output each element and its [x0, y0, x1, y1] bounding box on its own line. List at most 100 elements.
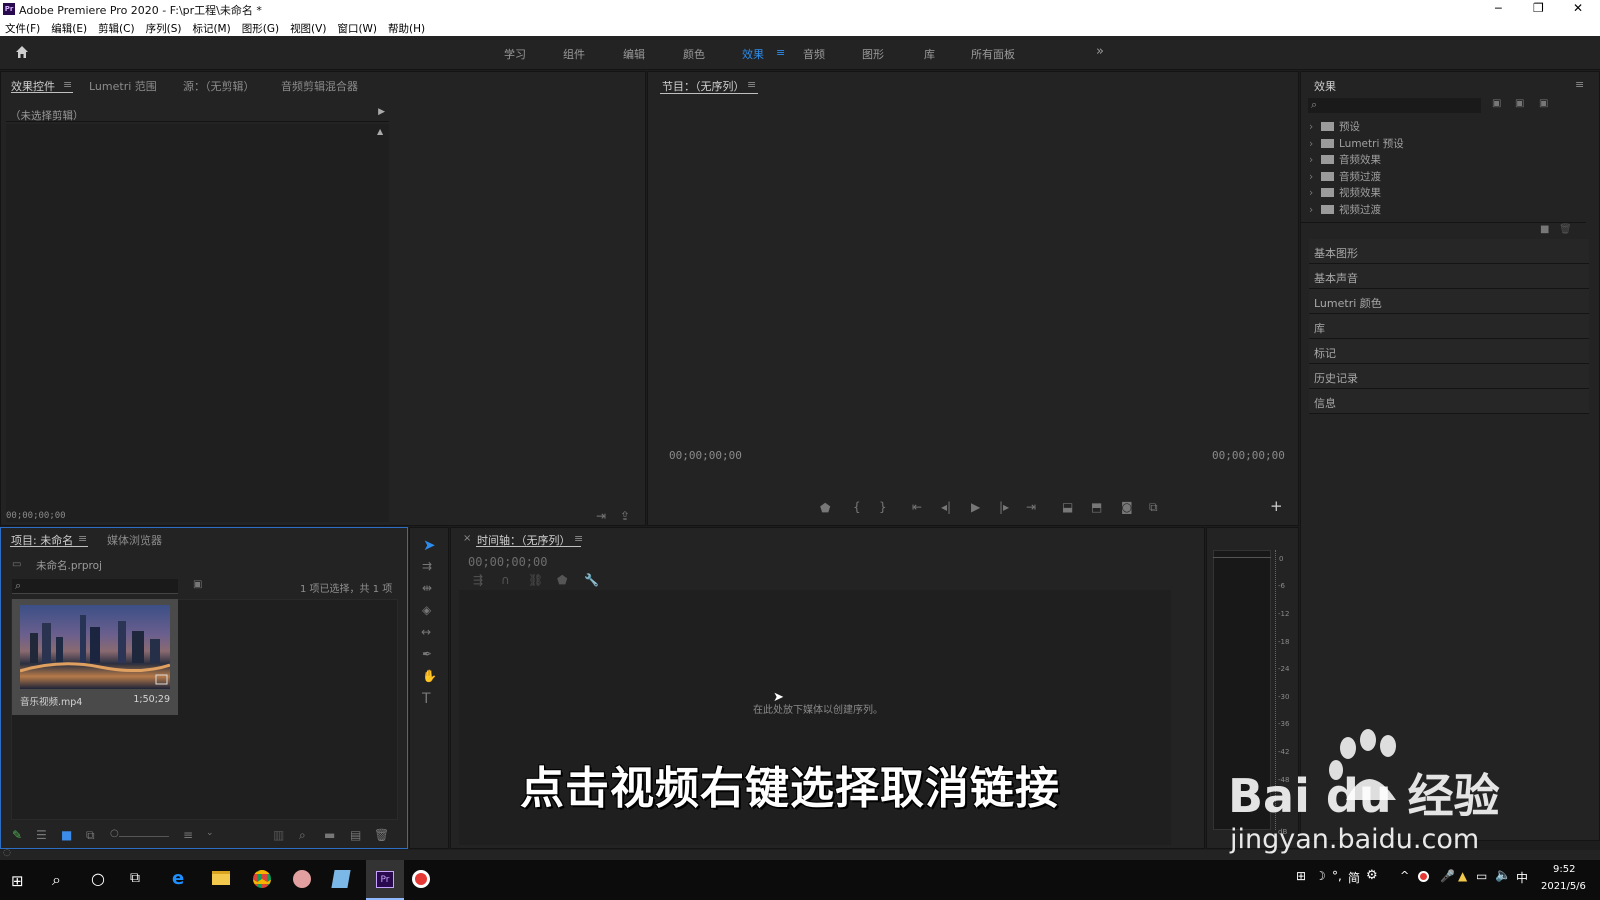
sort-dropdown-icon[interactable]: ⌄: [206, 829, 214, 838]
scroll-up-icon[interactable]: ▲: [377, 127, 383, 136]
workspace-effects[interactable]: 效果: [742, 46, 764, 62]
restore-button[interactable]: ❐: [1533, 1, 1544, 15]
tree-item-audio-effects[interactable]: › 音频效果: [1309, 152, 1381, 167]
workspace-editing[interactable]: 编辑: [623, 46, 645, 62]
taskbar-search-icon[interactable]: ⌕: [52, 870, 61, 890]
menu-graphics[interactable]: 图形(G): [242, 23, 279, 35]
workspace-libraries[interactable]: 库: [924, 46, 935, 62]
pen-tool-icon[interactable]: ✒: [422, 648, 432, 660]
accelerated-effects-icon[interactable]: ▣: [1492, 99, 1501, 109]
tray-moon-icon[interactable]: ☽: [1315, 869, 1326, 883]
go-to-out-icon[interactable]: ⇥: [1026, 501, 1036, 513]
home-icon[interactable]: [14, 44, 30, 60]
cortana-icon[interactable]: ○: [91, 869, 105, 888]
add-marker-icon[interactable]: ⬟: [820, 502, 830, 514]
file-explorer-icon[interactable]: [212, 871, 230, 885]
slip-tool-icon[interactable]: ↔: [421, 626, 431, 638]
tab-source[interactable]: 源：（无剪辑）: [183, 78, 255, 94]
32bit-effects-icon[interactable]: ▣: [1515, 99, 1524, 109]
edge-browser-icon[interactable]: e: [172, 868, 184, 889]
tray-mic-icon[interactable]: 🎤: [1440, 869, 1455, 883]
export-icon[interactable]: ⇪: [620, 510, 630, 522]
tree-item-presets[interactable]: › 预设: [1309, 119, 1360, 134]
panel-libraries[interactable]: 库: [1309, 314, 1589, 339]
type-tool-icon[interactable]: T: [422, 692, 431, 706]
snap-icon[interactable]: ∩: [501, 574, 510, 586]
tray-ime-indicator[interactable]: 中: [1516, 869, 1528, 886]
workspace-audio[interactable]: 音频: [803, 46, 825, 62]
panel-markers[interactable]: 标记: [1309, 339, 1589, 364]
ripple-edit-tool-icon[interactable]: ⇹: [422, 582, 432, 594]
task-view-icon[interactable]: ⧉: [130, 870, 140, 886]
tab-effect-controls-menu-icon[interactable]: ≡: [63, 78, 72, 91]
mark-in-icon[interactable]: {: [853, 501, 861, 513]
list-view-icon[interactable]: ☰: [36, 829, 47, 841]
tree-item-audio-transitions[interactable]: › 音频过渡: [1309, 169, 1381, 184]
recorder-icon[interactable]: [412, 870, 430, 888]
close-window-button[interactable]: ✕: [1573, 1, 1583, 15]
tray-volume-icon[interactable]: 🔈: [1495, 868, 1511, 883]
close-timeline-icon[interactable]: ×: [463, 533, 471, 544]
panel-info[interactable]: 信息: [1309, 389, 1589, 414]
tray-network-icon[interactable]: ▭: [1476, 869, 1487, 883]
taskbar-clock-time[interactable]: 9:52: [1553, 864, 1575, 875]
menu-clip[interactable]: 剪辑(C): [98, 23, 135, 35]
menu-view[interactable]: 视图(V): [290, 23, 326, 35]
project-menu-icon[interactable]: ≡: [78, 532, 87, 545]
app-icon-blue[interactable]: [331, 870, 351, 888]
expand-arrow-icon[interactable]: ▶: [378, 107, 385, 117]
tray-punctuation-icon[interactable]: °,: [1332, 869, 1342, 883]
delete-icon[interactable]: 🗑: [1559, 225, 1572, 235]
more-workspaces-icon[interactable]: »: [1096, 44, 1104, 59]
new-bin-folder-icon[interactable]: ▬: [324, 829, 335, 841]
tree-item-video-transitions[interactable]: › 视频过渡: [1309, 202, 1381, 217]
tray-expand-icon[interactable]: ^: [1400, 869, 1409, 882]
play-icon[interactable]: ▶: [971, 501, 980, 513]
find-icon[interactable]: ⌕: [299, 829, 306, 841]
comparison-view-icon[interactable]: ⧉: [1149, 501, 1158, 513]
extract-icon[interactable]: ⬒: [1091, 501, 1102, 513]
workspace-all-panels[interactable]: 所有面板: [971, 46, 1015, 62]
app-icon-avatar[interactable]: [293, 870, 311, 888]
project-search-field[interactable]: ⌕: [12, 579, 178, 594]
tray-settings-icon[interactable]: ⚙: [1366, 868, 1378, 883]
panel-essential-sound[interactable]: 基本声音: [1309, 264, 1589, 289]
program-playhead-timecode[interactable]: 00;00;00;00: [669, 449, 742, 462]
lift-icon[interactable]: ⬓: [1062, 501, 1073, 513]
step-forward-icon[interactable]: |▸: [999, 501, 1009, 513]
minimize-button[interactable]: ─: [1495, 2, 1502, 15]
new-search-bin-icon[interactable]: ▣: [193, 580, 202, 590]
program-menu-icon[interactable]: ≡: [747, 78, 756, 91]
menu-sequence[interactable]: 序列(S): [146, 23, 182, 35]
razor-tool-icon[interactable]: ◈: [422, 604, 431, 616]
selection-tool-icon[interactable]: ➤: [423, 536, 436, 554]
panel-lumetri-color[interactable]: Lumetri 颜色: [1309, 289, 1589, 314]
button-editor-plus-icon[interactable]: +: [1270, 497, 1283, 515]
zoom-slider-handle[interactable]: ○: [110, 829, 119, 839]
menu-window[interactable]: 窗口(W): [337, 23, 377, 35]
workspace-assembly[interactable]: 组件: [563, 46, 585, 62]
timeline-timecode[interactable]: 00;00;00;00: [468, 555, 547, 569]
tree-item-lumetri-presets[interactable]: › Lumetri 预设: [1309, 136, 1404, 151]
menu-file[interactable]: 文件(F): [5, 23, 40, 35]
clip-thumbnail-card[interactable]: 音乐视频.mp4 1;50;29: [12, 599, 178, 715]
tab-media-browser[interactable]: 媒体浏览器: [107, 532, 162, 548]
icon-view-icon[interactable]: ■: [61, 829, 72, 841]
nest-icon[interactable]: ⇶: [473, 574, 483, 586]
clear-icon[interactable]: 🗑: [374, 829, 389, 841]
panel-history[interactable]: 历史记录: [1309, 364, 1589, 389]
new-item-icon[interactable]: ▤: [350, 829, 361, 841]
mark-out-icon[interactable]: }: [879, 501, 887, 513]
automate-to-sequence-icon[interactable]: ▥: [273, 829, 284, 841]
freeform-view-icon[interactable]: ⧉: [86, 829, 95, 841]
zoom-slider-track[interactable]: [119, 836, 169, 837]
chrome-icon[interactable]: [253, 870, 271, 888]
sort-icon[interactable]: ≡: [183, 829, 193, 841]
tab-audio-clip-mixer[interactable]: 音频剪辑混合器: [281, 78, 358, 94]
taskbar-clock-date[interactable]: 2021/5/6: [1541, 881, 1586, 892]
timeline-menu-icon[interactable]: ≡: [574, 532, 583, 545]
workspace-menu-icon[interactable]: ≡: [776, 46, 785, 59]
write-protect-icon[interactable]: ✎: [12, 829, 22, 841]
premiere-taskbar-icon[interactable]: Pr: [366, 860, 404, 900]
workspace-graphics[interactable]: 图形: [862, 46, 884, 62]
